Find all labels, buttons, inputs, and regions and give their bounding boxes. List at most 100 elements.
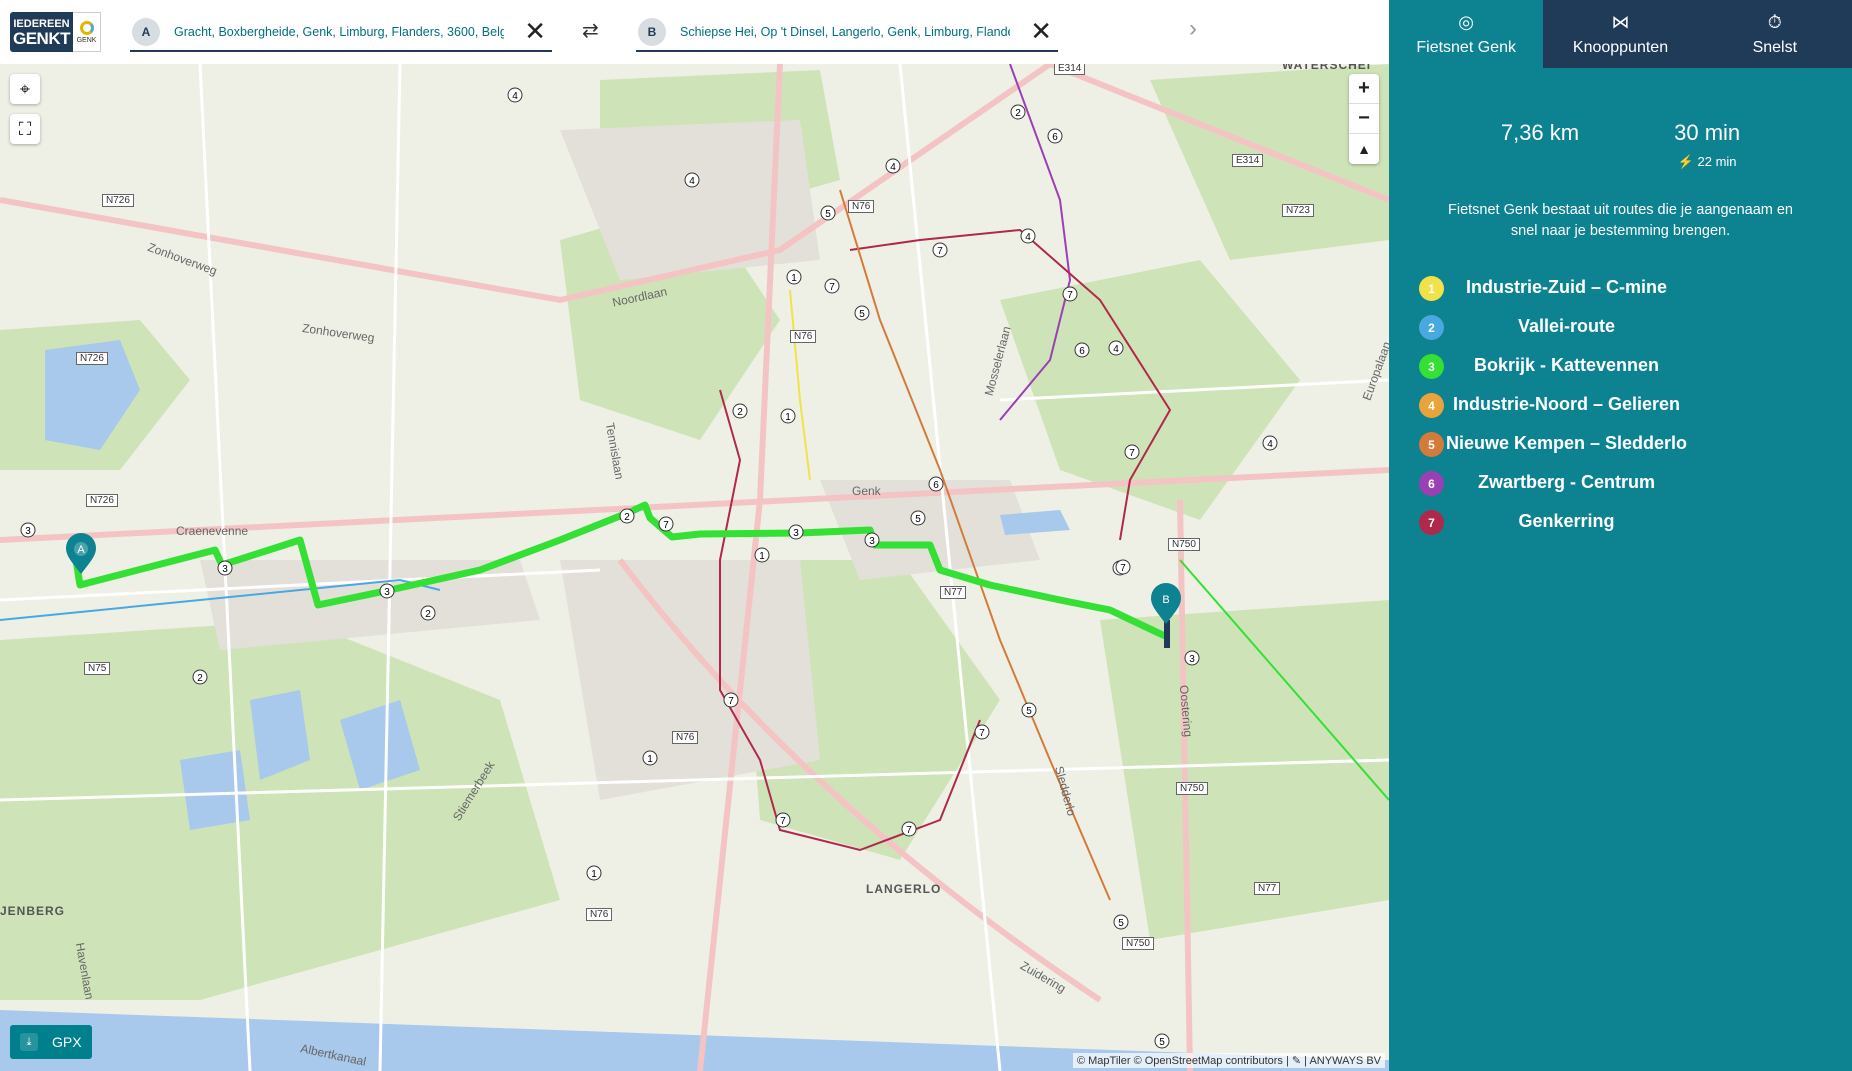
route-legend-item[interactable]: 7 Genkerring: [1419, 510, 1852, 535]
route-name: Vallei-route: [1517, 316, 1616, 336]
route-type-tabs: ◎ Fietsnet Genk ⋈ Knooppunten ⏱ Snelst: [1389, 0, 1852, 68]
to-badge: B: [638, 18, 666, 46]
map-attribution[interactable]: © MapTiler © OpenStreetMap contributors …: [1072, 1053, 1385, 1068]
clear-from-close-icon[interactable]: ✕: [524, 18, 546, 44]
route-number-badge: 1: [1419, 276, 1444, 301]
svg-text:5: 5: [1118, 918, 1124, 929]
svg-text:5: 5: [825, 209, 831, 220]
svg-text:4: 4: [1113, 344, 1119, 355]
pin-a-label: A: [77, 544, 85, 556]
svg-text:1: 1: [647, 754, 653, 765]
ebike-duration: ⚡ 22 min: [1674, 154, 1740, 170]
route-name: Industrie-Zuid – C-mine: [1465, 277, 1667, 297]
road-shield: N750: [1122, 937, 1154, 950]
road-shield: N76: [790, 330, 817, 343]
logo-sub-text: GENKT: [13, 28, 71, 48]
road-shield: N76: [586, 908, 613, 921]
svg-text:2: 2: [624, 512, 630, 523]
tab-label: Fietsnet Genk: [1416, 38, 1516, 56]
svg-text:7: 7: [728, 696, 734, 707]
tab-fietsnet-genk[interactable]: ◎ Fietsnet Genk: [1389, 0, 1544, 68]
svg-text:7: 7: [663, 520, 669, 531]
top-bar: IEDEREEN GENKT GENK A Gracht, Boxberghei…: [0, 0, 1389, 64]
iedereen-genkt-logo[interactable]: IEDEREEN GENKT GENK: [10, 12, 102, 52]
chevron-right-icon[interactable]: ›: [1189, 15, 1197, 43]
map[interactable]: 3 3 3 2 2 2 7 3 3 1 5 3 7 7 6 4 6 7 4 7 …: [0, 64, 1389, 1071]
pin-b-label: B: [1162, 594, 1169, 606]
svg-text:7: 7: [780, 816, 786, 827]
svg-text:1: 1: [785, 412, 791, 423]
svg-text:3: 3: [25, 526, 31, 537]
svg-text:7: 7: [1067, 290, 1073, 301]
zoom-out-button[interactable]: −: [1349, 104, 1379, 134]
clear-to-close-icon[interactable]: ✕: [1030, 18, 1052, 44]
road-shield: N726: [86, 494, 118, 507]
logo-main-text: IEDEREEN: [13, 17, 70, 30]
zoom-in-button[interactable]: +: [1349, 74, 1379, 104]
locate-me-icon[interactable]: ⌖: [10, 74, 40, 104]
fullscreen-icon[interactable]: ⛶: [10, 114, 40, 144]
svg-text:6: 6: [1079, 346, 1085, 357]
ebike-duration-value: 22 min: [1697, 154, 1737, 169]
to-address-field[interactable]: B Schiepse Hei, Op 't Dinsel, Langerlo, …: [636, 14, 1058, 52]
route-legend-item[interactable]: 4 Industrie-Noord – Gelieren: [1419, 393, 1852, 418]
route-legend-item[interactable]: 6 Zwartberg - Centrum: [1419, 471, 1852, 496]
compass-icon[interactable]: ▲: [1349, 134, 1379, 164]
route-legend-item[interactable]: 2 Vallei-route: [1419, 315, 1852, 340]
route-legend-item[interactable]: 1 Industrie-Zuid – C-mine: [1419, 276, 1852, 301]
distance-stat: 7,36 km: [1501, 120, 1579, 170]
route-name: Industrie-Noord – Gelieren: [1452, 394, 1681, 414]
route-name: Nieuwe Kempen – Sledderlo: [1445, 433, 1688, 453]
road-shield: N750: [1168, 538, 1200, 551]
road-shield: N726: [102, 194, 134, 207]
svg-text:3: 3: [869, 536, 875, 547]
route-number-badge: 4: [1419, 393, 1444, 418]
svg-text:1: 1: [759, 551, 765, 562]
logo-box: IEDEREEN GENKT: [10, 12, 73, 52]
svg-text:2: 2: [737, 407, 743, 418]
tab-snelst[interactable]: ⏱ Snelst: [1697, 0, 1852, 68]
svg-text:5: 5: [859, 309, 865, 320]
tab-knooppunten[interactable]: ⋈ Knooppunten: [1543, 0, 1698, 68]
seal-text: GENK: [76, 36, 97, 44]
gpx-label: GPX: [52, 1034, 82, 1050]
svg-text:3: 3: [793, 528, 799, 539]
svg-text:2: 2: [197, 673, 203, 684]
map-canvas[interactable]: 3 3 3 2 2 2 7 3 3 1 5 3 7 7 6 4 6 7 4 7 …: [0, 64, 1389, 1071]
svg-text:3: 3: [384, 587, 390, 598]
route-number-badge: 2: [1419, 315, 1444, 340]
svg-text:4: 4: [1267, 439, 1273, 450]
place-label: WATERSCHEI: [1282, 64, 1372, 72]
svg-text:1: 1: [791, 273, 797, 284]
route-legend-item[interactable]: 3 Bokrijk - Kattevennen: [1419, 354, 1852, 379]
tab-label: Snelst: [1752, 38, 1798, 56]
road-shield: N75: [84, 662, 111, 675]
route-legend: 1 Industrie-Zuid – C-mine 2 Vallei-route 3 Bo…: [1389, 276, 1852, 535]
ebike-icon: ⚡: [1677, 154, 1694, 169]
route-number-badge: 5: [1419, 432, 1444, 457]
swap-icon[interactable]: ⇄: [582, 18, 599, 43]
distance-value: 7,36 km: [1500, 120, 1580, 145]
svg-text:4: 4: [689, 176, 695, 187]
place-label: Genk: [852, 484, 881, 498]
gpx-download-button[interactable]: ⤓ GPX: [10, 1025, 92, 1059]
from-address-field[interactable]: A Gracht, Boxbergheide, Genk, Limburg, F…: [130, 14, 552, 52]
from-badge: A: [132, 18, 160, 46]
place-label: LANGERLO: [866, 882, 942, 896]
stopwatch-icon: ⏱: [1767, 11, 1782, 32]
road-shield: N76: [848, 200, 875, 213]
svg-text:2: 2: [425, 609, 431, 620]
to-address-value[interactable]: Schiepse Hei, Op 't Dinsel, Langerlo, Ge…: [680, 25, 1010, 39]
svg-text:1: 1: [591, 869, 597, 880]
route-legend-item[interactable]: 5 Nieuwe Kempen – Sledderlo: [1419, 432, 1852, 457]
svg-text:3: 3: [222, 564, 228, 575]
route-number-badge: 7: [1419, 510, 1444, 535]
genk-seal-icon: GENK: [73, 12, 101, 52]
pin-a-marker[interactable]: A: [66, 533, 96, 574]
svg-text:5: 5: [1159, 1037, 1165, 1048]
svg-text:7: 7: [906, 825, 912, 836]
from-address-value[interactable]: Gracht, Boxbergheide, Genk, Limburg, Fla…: [174, 25, 504, 39]
svg-text:2: 2: [1015, 108, 1021, 119]
svg-text:6: 6: [933, 480, 939, 491]
svg-text:3: 3: [1189, 654, 1195, 665]
